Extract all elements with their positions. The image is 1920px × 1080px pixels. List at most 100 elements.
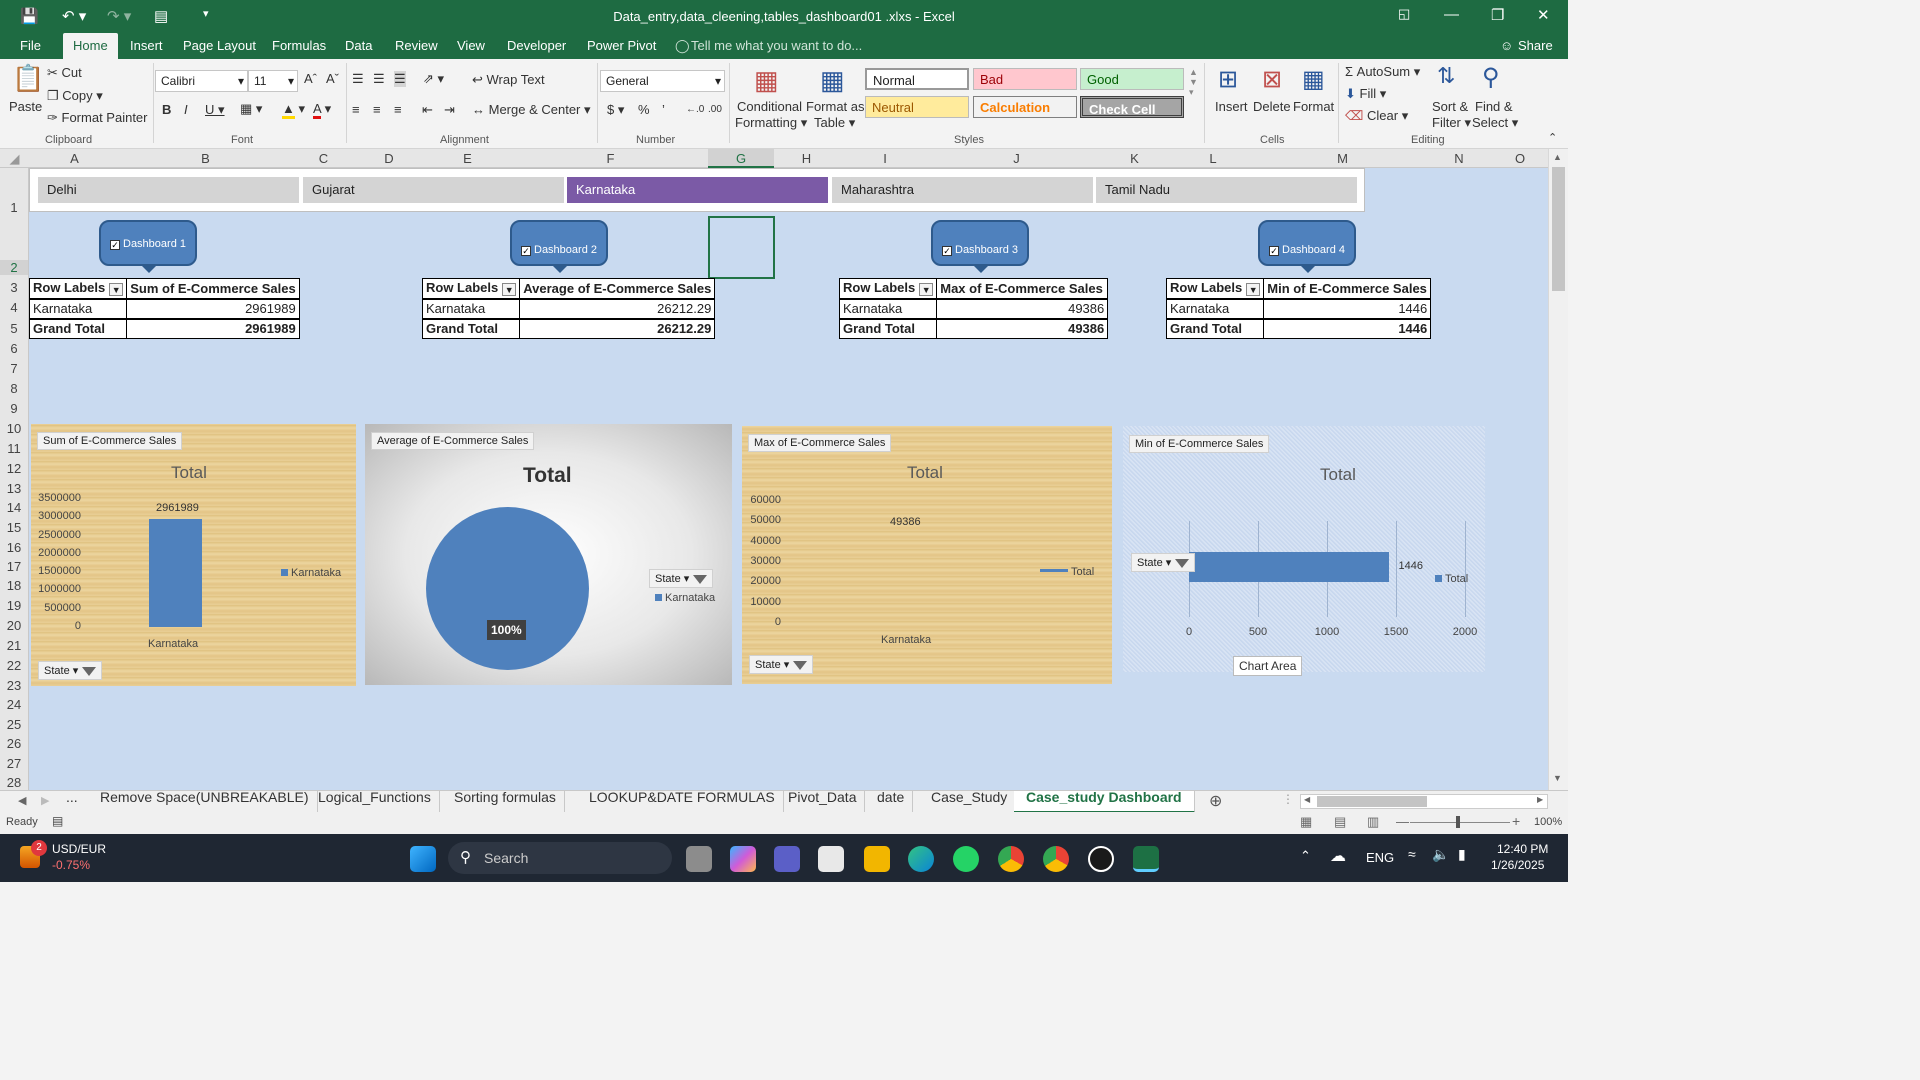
row-header[interactable]: 14: [0, 500, 28, 515]
row-header[interactable]: 19: [0, 598, 28, 613]
grow-font-button[interactable]: Aˆ: [304, 71, 317, 86]
sort-filter-label2[interactable]: Filter ▾: [1432, 115, 1471, 131]
macro-record-icon[interactable]: ▤: [52, 814, 63, 828]
find-select-label[interactable]: Find &: [1475, 99, 1513, 114]
row-header[interactable]: 1: [0, 200, 28, 215]
tab-splitter-icon[interactable]: ⋮: [1282, 792, 1294, 806]
sheet-tab[interactable]: Sorting formulas: [446, 790, 565, 813]
format-painter-button[interactable]: ✑ Format Painter: [47, 110, 148, 126]
slicer-item-gujarat[interactable]: Gujarat: [303, 177, 564, 203]
sheet-tab[interactable]: date: [869, 790, 914, 813]
tab-view[interactable]: View: [457, 38, 485, 53]
ticker-name[interactable]: USD/EUR: [52, 842, 106, 856]
italic-button[interactable]: I: [184, 102, 188, 117]
align-right-icon[interactable]: ≡: [394, 102, 402, 117]
slicer-item-maharashtra[interactable]: Maharashtra: [832, 177, 1093, 203]
sheet-tab-active[interactable]: Case_study Dashboard: [1014, 790, 1195, 813]
col-header[interactable]: M: [1259, 151, 1426, 166]
align-middle-icon[interactable]: ☰: [373, 71, 385, 87]
merge-center-button[interactable]: ↔ Merge & Center ▾: [472, 102, 591, 118]
row-header[interactable]: 18: [0, 578, 28, 593]
tray-chevron-icon[interactable]: ⌃: [1300, 848, 1311, 864]
scroll-thumb[interactable]: [1552, 167, 1565, 291]
zoom-out-icon[interactable]: —: [1396, 814, 1409, 829]
col-header[interactable]: I: [839, 151, 931, 166]
borders-icon[interactable]: ▦ ▾: [240, 101, 262, 117]
copilot-icon[interactable]: [730, 846, 756, 872]
fill-color-icon[interactable]: ▲ ▾: [282, 101, 305, 119]
pivot-table-average[interactable]: Row Labels ▼ Average of E-Commerce Sales K…: [421, 278, 716, 339]
pivot-field-button[interactable]: Sum of E-Commerce Sales: [37, 432, 183, 450]
col-header[interactable]: O: [1492, 151, 1548, 166]
zoom-slider-thumb[interactable]: [1456, 816, 1460, 828]
row-header[interactable]: 10: [0, 421, 28, 436]
tab-insert[interactable]: Insert: [130, 38, 163, 53]
pivot-field-button[interactable]: Average of E-Commerce Sales: [371, 432, 535, 450]
sheet-tab[interactable]: Case_Study: [923, 790, 1017, 813]
volume-icon[interactable]: 🔈: [1432, 846, 1449, 863]
tab-power-pivot[interactable]: Power Pivot: [587, 38, 656, 53]
cut-button[interactable]: ✂ Cut: [47, 65, 82, 81]
state-filter-button[interactable]: State ▾: [749, 655, 814, 674]
paste-icon[interactable]: 📋: [12, 63, 44, 94]
select-all-corner[interactable]: ◢: [0, 151, 29, 167]
excel-taskbar-icon[interactable]: [1133, 846, 1159, 872]
sheet-tab[interactable]: Pivot_Data: [780, 790, 866, 813]
percent-button[interactable]: %: [638, 102, 650, 117]
chart-sum[interactable]: Sum of E-Commerce Sales Total 3500000 300…: [31, 424, 356, 686]
find-select-label2[interactable]: Select ▾: [1472, 115, 1518, 131]
row-header[interactable]: 7: [0, 361, 28, 376]
page-break-view-icon[interactable]: ▥: [1367, 814, 1379, 830]
add-sheet-icon[interactable]: ⊕: [1209, 791, 1222, 811]
restore-icon[interactable]: ❐: [1491, 6, 1504, 24]
row-header[interactable]: 9: [0, 401, 28, 416]
clock-date[interactable]: 1/26/2025: [1491, 858, 1544, 872]
row-header[interactable]: 28: [0, 775, 28, 790]
tab-file[interactable]: File: [20, 38, 41, 53]
format-cells-icon[interactable]: ▦: [1302, 65, 1325, 94]
tab-home[interactable]: Home: [63, 33, 118, 59]
pivot-table-min[interactable]: Row Labels ▼ Min of E-Commerce Sales Karna…: [1165, 278, 1432, 339]
decrease-indent-icon[interactable]: ⇤: [422, 102, 433, 118]
sheet-tab[interactable]: LOOKUP&DATE FORMULAS: [581, 790, 784, 813]
row-header[interactable]: 24: [0, 697, 28, 712]
scroll-left-icon[interactable]: ◀: [1304, 795, 1310, 804]
style-bad[interactable]: Bad: [973, 68, 1077, 90]
clear-button[interactable]: ⌫ Clear ▾: [1345, 108, 1408, 124]
row-header[interactable]: 13: [0, 481, 28, 496]
horizontal-scrollbar[interactable]: ◀ ▶: [1300, 794, 1548, 809]
pivot-field-button[interactable]: Max of E-Commerce Sales: [748, 434, 892, 452]
pie-slice-karnataka[interactable]: [426, 507, 589, 670]
row-header[interactable]: 17: [0, 559, 28, 574]
taskbar-search[interactable]: ⚲ Search: [448, 842, 672, 874]
teams-icon[interactable]: [774, 846, 800, 872]
align-left-icon[interactable]: ≡: [352, 102, 360, 117]
windows-start-icon[interactable]: [410, 846, 436, 872]
conditional-formatting-label[interactable]: Conditional: [737, 99, 802, 114]
zoom-level[interactable]: 100%: [1534, 816, 1562, 828]
collapse-ribbon-icon[interactable]: ⌃: [1548, 131, 1557, 144]
row-header[interactable]: 26: [0, 736, 28, 751]
prev-sheet-icon[interactable]: ◀: [18, 794, 26, 807]
row-header[interactable]: 21: [0, 638, 28, 653]
onedrive-icon[interactable]: ☁: [1330, 846, 1346, 866]
style-calculation[interactable]: Calculation: [973, 96, 1077, 118]
row-header-selected[interactable]: 2: [0, 260, 28, 275]
fill-button[interactable]: ⬇ Fill ▾: [1345, 86, 1386, 102]
slicer-item-delhi[interactable]: Delhi: [38, 177, 299, 203]
col-header[interactable]: L: [1167, 151, 1259, 166]
col-header[interactable]: C: [291, 151, 356, 166]
shrink-font-button[interactable]: Aˇ: [326, 71, 339, 86]
normal-view-icon[interactable]: ▦: [1300, 814, 1312, 830]
whatsapp-icon[interactable]: [953, 846, 979, 872]
state-filter-button[interactable]: State ▾: [649, 569, 714, 588]
dashboard-2-button[interactable]: ✓ Dashboard 2: [510, 220, 608, 273]
h-scroll-thumb[interactable]: [1317, 796, 1427, 807]
sheet-tab[interactable]: Remove Space(UNBREAKABLE): [92, 790, 318, 813]
font-name-select[interactable]: Calibri ▾: [155, 70, 248, 92]
next-sheet-icon[interactable]: ▶: [41, 794, 49, 807]
ribbon-display-icon[interactable]: ◱: [1398, 6, 1410, 22]
zoom-in-icon[interactable]: +: [1512, 813, 1520, 829]
conditional-formatting-label2[interactable]: Formatting ▾: [735, 115, 807, 131]
language-indicator[interactable]: ENG: [1366, 850, 1394, 865]
